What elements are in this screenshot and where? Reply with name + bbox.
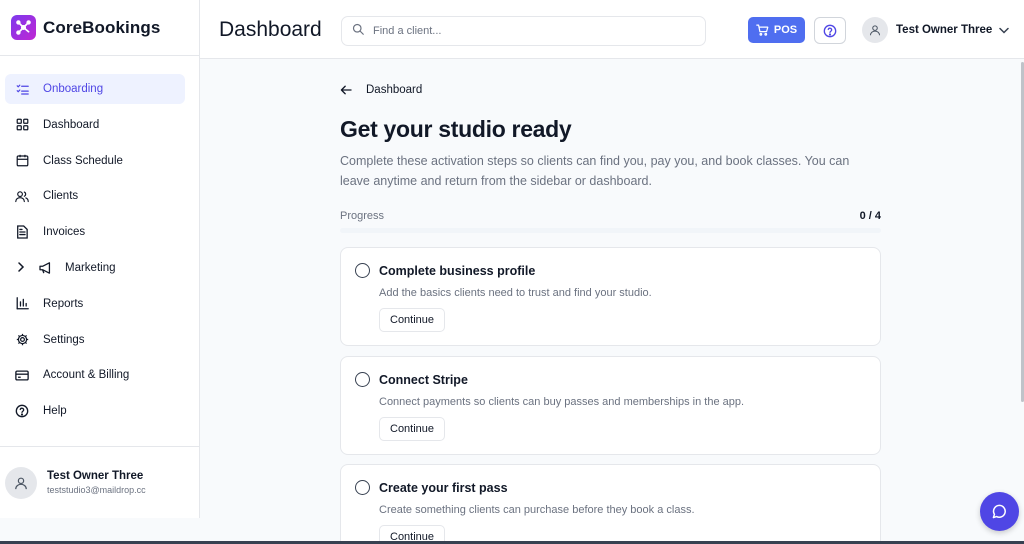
back-link[interactable]: Dashboard — [340, 84, 422, 96]
users-icon — [15, 189, 29, 203]
grid-icon — [15, 118, 29, 132]
megaphone-icon — [39, 261, 53, 275]
sidebar-item-settings[interactable]: Settings — [5, 325, 185, 355]
avatar — [862, 17, 888, 43]
step-checkbox[interactable] — [355, 480, 370, 495]
pos-label: POS — [773, 24, 798, 36]
gear-icon — [15, 333, 29, 347]
bar-chart-icon — [15, 297, 29, 311]
credit-card-icon — [15, 368, 29, 382]
step-card-business-profile: Complete business profile Add the basics… — [340, 247, 881, 346]
sidebar: CoreBookings Onboarding Dashboard Class … — [0, 0, 200, 518]
help-circle-icon — [823, 24, 837, 37]
search-box[interactable] — [341, 16, 706, 46]
arrow-left-icon — [340, 85, 352, 95]
continue-button[interactable]: Continue — [379, 308, 446, 332]
account-menu[interactable]: Test Owner Three — [862, 17, 1010, 43]
sidebar-item-label: Class Schedule — [43, 154, 123, 167]
sidebar-item-account-billing[interactable]: Account & Billing — [5, 360, 185, 390]
step-card-first-pass: Create your first pass Create something … — [340, 464, 881, 544]
avatar — [5, 466, 37, 499]
chevron-right-icon[interactable] — [17, 262, 25, 275]
sidebar-item-help[interactable]: Help — [5, 396, 185, 426]
sidebar-item-label: Help — [43, 405, 67, 418]
help-circle-icon — [15, 404, 29, 418]
chat-bubble-icon — [992, 504, 1006, 519]
progress-label: Progress — [340, 210, 385, 222]
sidebar-user-card[interactable]: Test Owner Three teststudio3@maildrop.cc — [0, 446, 199, 518]
step-title: Connect Stripe — [379, 373, 468, 387]
step-card-connect-stripe: Connect Stripe Connect payments so clien… — [340, 356, 881, 455]
step-description: Connect payments so clients can buy pass… — [379, 396, 745, 408]
sidebar-item-clients[interactable]: Clients — [5, 181, 185, 211]
onboarding-title: Get your studio ready — [340, 116, 572, 142]
progress-bar — [340, 228, 881, 233]
step-title: Create your first pass — [379, 481, 508, 495]
logo-icon — [11, 15, 36, 40]
progress-count: 0 / 4 — [859, 210, 881, 222]
search-icon — [352, 22, 364, 40]
sidebar-item-class-schedule[interactable]: Class Schedule — [5, 146, 185, 176]
step-description: Add the basics clients need to trust and… — [379, 287, 652, 299]
help-button[interactable] — [814, 17, 846, 44]
step-description: Create something clients can purchase be… — [379, 504, 695, 516]
sidebar-item-label: Marketing — [65, 261, 116, 274]
progress-row: Progress 0 / 4 — [340, 210, 881, 222]
sidebar-item-label: Dashboard — [43, 118, 100, 131]
cart-icon — [756, 24, 769, 36]
sidebar-item-label: Invoices — [43, 226, 86, 239]
sidebar-item-label: Clients — [43, 190, 79, 203]
sidebar-item-invoices[interactable]: Invoices — [5, 217, 185, 247]
back-label: Dashboard — [366, 84, 423, 96]
sidebar-nav: Onboarding Dashboard Class Schedule Clie… — [0, 56, 199, 426]
top-header: Dashboard POS Test Owner Three — [200, 0, 1024, 59]
step-checkbox[interactable] — [355, 263, 370, 278]
sidebar-item-label: Account & Billing — [43, 369, 130, 382]
calendar-icon — [15, 154, 29, 168]
user-name: Test Owner Three — [47, 470, 144, 482]
user-email: teststudio3@maildrop.cc — [47, 485, 146, 495]
account-name: Test Owner Three — [896, 24, 993, 36]
sidebar-item-dashboard[interactable]: Dashboard — [5, 110, 185, 140]
sidebar-item-onboarding[interactable]: Onboarding — [5, 74, 185, 104]
step-title: Complete business profile — [379, 264, 536, 278]
continue-button[interactable]: Continue — [379, 417, 446, 441]
sidebar-item-label: Settings — [43, 333, 85, 346]
sidebar-item-label: Reports — [43, 297, 84, 310]
sidebar-item-label: Onboarding — [43, 83, 104, 95]
search-input[interactable] — [373, 25, 673, 37]
chat-button[interactable] — [980, 492, 1019, 531]
chevron-down-icon — [999, 21, 1010, 39]
onboarding-description: Complete these activation steps so clien… — [340, 154, 850, 188]
brand-name: CoreBookings — [43, 17, 161, 37]
checklist-icon — [15, 82, 29, 96]
step-checkbox[interactable] — [355, 372, 370, 387]
pos-button[interactable]: POS — [748, 17, 805, 43]
brand[interactable]: CoreBookings — [0, 0, 199, 56]
sidebar-item-reports[interactable]: Reports — [5, 289, 185, 319]
sidebar-item-marketing[interactable]: Marketing — [5, 253, 185, 283]
document-icon — [15, 225, 29, 239]
page-title: Dashboard — [219, 18, 322, 41]
